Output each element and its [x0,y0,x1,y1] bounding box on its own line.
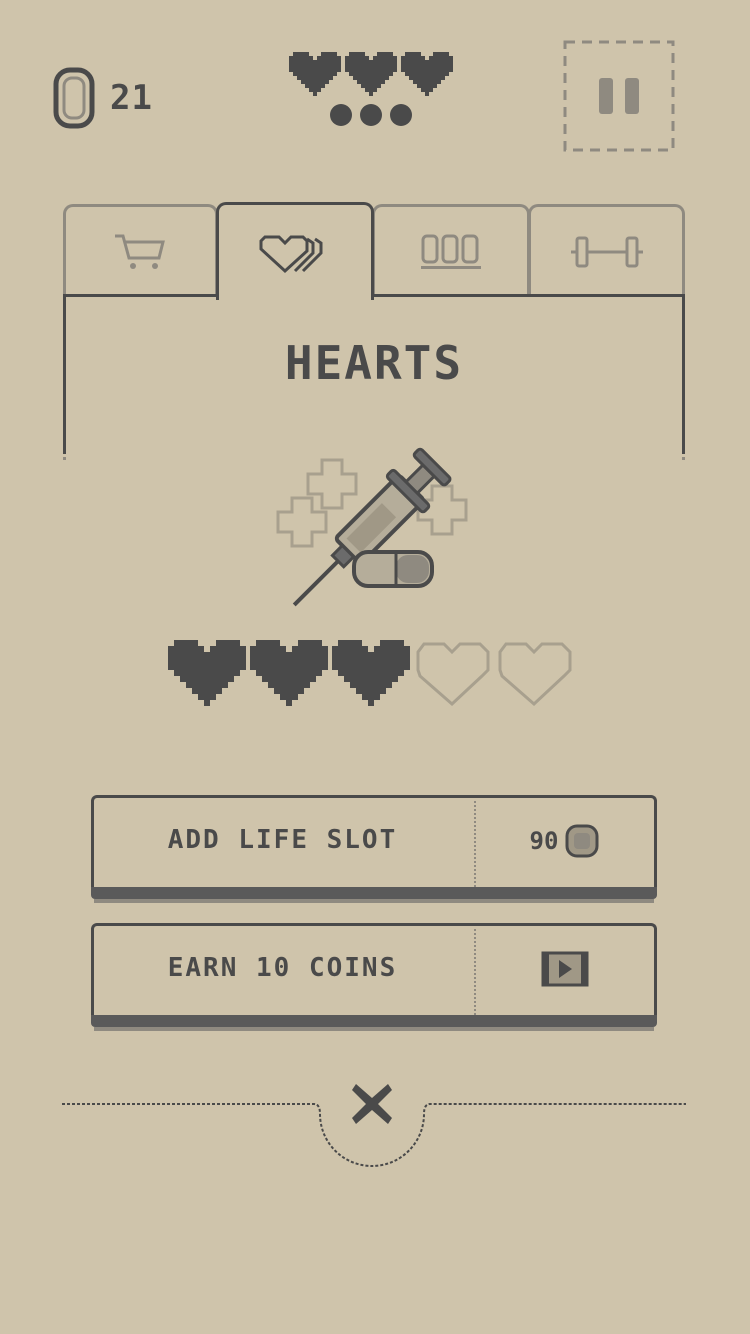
earn-coins-button[interactable]: EARN 10 COINS [91,923,657,1035]
button-shadow [91,887,657,899]
dumbbell-icon [570,236,643,267]
add-life-slot-label: ADD LIFE SLOT [167,825,398,855]
pause-button[interactable] [563,40,675,152]
dot-icon [360,104,382,126]
coin-icon [53,67,95,129]
heart-filled-icon [332,640,410,706]
heart-empty-icon [498,642,572,706]
item-illustration [272,440,482,614]
tab-powerups[interactable] [528,204,685,296]
heart-filled-icon [250,640,328,706]
add-life-slot-price: 90 [476,795,654,887]
cart-icon [114,234,165,269]
heart-empty-icon [416,642,490,706]
close-button[interactable] [348,1080,396,1128]
life-slots [168,640,574,706]
tab-coins[interactable] [372,204,530,296]
dot-icon [330,104,352,126]
syringe-pill-icon [276,447,468,607]
button-shadow-edge [94,1027,654,1031]
coin-icon [565,824,599,858]
tab-shop[interactable] [63,204,218,296]
add-life-slot-button[interactable]: ADD LIFE SLOT 90 [91,795,657,907]
pause-icon [563,40,675,152]
video-play-icon [541,951,589,987]
button-shadow-edge [94,899,654,903]
price-value: 90 [529,827,559,855]
heart-icon [401,52,453,96]
hud-lives [288,52,454,126]
heart-icon [289,52,341,96]
close-icon [352,1084,392,1124]
earn-coins-label: EARN 10 COINS [167,953,398,983]
coin-count: 21 [110,78,153,118]
panel-title: HEARTS [284,336,464,390]
coin-counter: 21 [50,66,153,130]
hearts-icon [259,235,323,273]
button-shadow [91,1015,657,1027]
coin-stack-icon [421,234,481,269]
heart-icon [345,52,397,96]
tab-hearts[interactable] [216,202,374,300]
dot-icon [390,104,412,126]
heart-filled-icon [168,640,246,706]
extra-life-dots [288,104,454,126]
earn-coins-reward [476,923,654,1015]
